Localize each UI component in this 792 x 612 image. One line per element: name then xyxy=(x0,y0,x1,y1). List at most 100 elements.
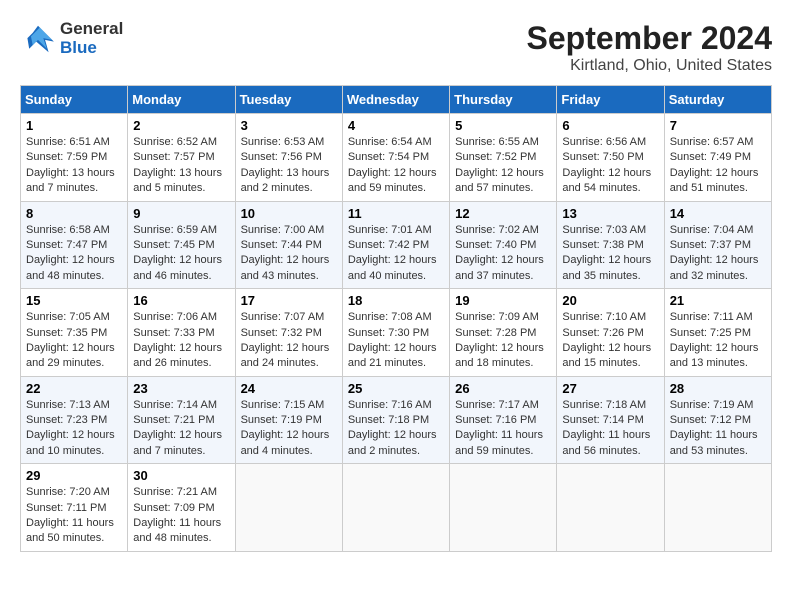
daylight-text: Daylight: 11 hours and 50 minutes. xyxy=(26,517,114,544)
day-info: Sunrise: 6:59 AMSunset: 7:45 PMDaylight:… xyxy=(133,223,229,285)
day-number: 18 xyxy=(348,293,444,308)
day-info: Sunrise: 7:15 AMSunset: 7:19 PMDaylight:… xyxy=(241,398,337,460)
sunset-text: Sunset: 7:28 PM xyxy=(455,327,536,339)
sunrise-text: Sunrise: 6:52 AM xyxy=(133,136,217,148)
daylight-text: Daylight: 12 hours and 37 minutes. xyxy=(455,254,544,281)
calendar-cell xyxy=(664,464,771,552)
calendar-cell: 19 Sunrise: 7:09 AM Sunset: 7:28 PM Dayligh… xyxy=(450,289,557,377)
sunset-text: Sunset: 7:14 PM xyxy=(562,414,643,426)
page-subtitle: Kirtland, Ohio, United States xyxy=(527,57,772,75)
daylight-text: Daylight: 12 hours and 48 minutes. xyxy=(26,254,115,281)
daylight-text: Daylight: 12 hours and 59 minutes. xyxy=(348,167,437,194)
calendar-cell: 3Sunrise: 6:53 AMSunset: 7:56 PMDaylight… xyxy=(235,114,342,202)
day-info: Sunrise: 6:52 AMSunset: 7:57 PMDaylight:… xyxy=(133,135,229,197)
daylight-text: Daylight: 11 hours and 56 minutes. xyxy=(562,429,650,456)
calendar-week-row: 8Sunrise: 6:58 AMSunset: 7:47 PMDaylight… xyxy=(21,201,772,289)
sunset-text: Sunset: 7:37 PM xyxy=(670,239,751,251)
sunrise-text: Sunrise: 7:14 AM xyxy=(133,399,217,411)
page-header: General Blue September 2024 Kirtland, Oh… xyxy=(20,20,772,75)
sunset-text: Sunset: 7:45 PM xyxy=(133,239,214,251)
sunset-text: Sunset: 7:30 PM xyxy=(348,327,429,339)
day-info: Sunrise: 7:04 AMSunset: 7:37 PMDaylight:… xyxy=(670,223,766,285)
calendar-cell xyxy=(557,464,664,552)
day-info: Sunrise: 7:20 AM Sunset: 7:11 PM Daylight:… xyxy=(26,485,122,547)
sunrise-text: Sunrise: 7:09 AM xyxy=(455,311,539,323)
sunrise-text: Sunrise: 6:54 AM xyxy=(348,136,432,148)
day-info: Sunrise: 6:58 AMSunset: 7:47 PMDaylight:… xyxy=(26,223,122,285)
sunset-text: Sunset: 7:19 PM xyxy=(241,414,322,426)
calendar-cell: 2Sunrise: 6:52 AMSunset: 7:57 PMDaylight… xyxy=(128,114,235,202)
calendar-cell: 1Sunrise: 6:51 AMSunset: 7:59 PMDaylight… xyxy=(21,114,128,202)
day-info: Sunrise: 7:21 AMSunset: 7:09 PMDaylight:… xyxy=(133,485,229,547)
day-info: Sunrise: 7:07 AM Sunset: 7:32 PM Daylight:… xyxy=(241,310,337,372)
calendar-header-friday: Friday xyxy=(557,86,664,114)
page-title: September 2024 xyxy=(527,20,772,57)
day-info: Sunrise: 6:57 AMSunset: 7:49 PMDaylight:… xyxy=(670,135,766,197)
daylight-text: Daylight: 12 hours and 24 minutes. xyxy=(241,342,330,369)
daylight-text: Daylight: 12 hours and 43 minutes. xyxy=(241,254,330,281)
logo-line1: General xyxy=(60,20,123,39)
daylight-text: Daylight: 11 hours and 53 minutes. xyxy=(670,429,758,456)
daylight-text: Daylight: 12 hours and 35 minutes. xyxy=(562,254,651,281)
sunrise-text: Sunrise: 7:01 AM xyxy=(348,224,432,236)
day-info: Sunrise: 7:02 AMSunset: 7:40 PMDaylight:… xyxy=(455,223,551,285)
sunrise-text: Sunrise: 7:07 AM xyxy=(241,311,325,323)
day-info: Sunrise: 7:05 AMSunset: 7:35 PMDaylight:… xyxy=(26,310,122,372)
day-info: Sunrise: 7:11 AMSunset: 7:25 PMDaylight:… xyxy=(670,310,766,372)
day-number: 7 xyxy=(670,118,766,133)
day-info: Sunrise: 7:00 AMSunset: 7:44 PMDaylight:… xyxy=(241,223,337,285)
sunset-text: Sunset: 7:54 PM xyxy=(348,151,429,163)
calendar-cell: 14Sunrise: 7:04 AMSunset: 7:37 PMDayligh… xyxy=(664,201,771,289)
day-info: Sunrise: 7:17 AMSunset: 7:16 PMDaylight:… xyxy=(455,398,551,460)
day-info: Sunrise: 7:08 AMSunset: 7:30 PMDaylight:… xyxy=(348,310,444,372)
sunrise-text: Sunrise: 7:02 AM xyxy=(455,224,539,236)
day-number: 20 xyxy=(562,293,658,308)
day-number: 4 xyxy=(348,118,444,133)
daylight-text: Daylight: 11 hours and 48 minutes. xyxy=(133,517,221,544)
sunset-text: Sunset: 7:32 PM xyxy=(241,327,322,339)
calendar-cell: 9Sunrise: 6:59 AMSunset: 7:45 PMDaylight… xyxy=(128,201,235,289)
calendar-cell: 22Sunrise: 7:13 AMSunset: 7:23 PMDayligh… xyxy=(21,376,128,464)
logo-bird-icon xyxy=(20,24,56,54)
sunset-text: Sunset: 7:11 PM xyxy=(26,502,107,514)
calendar-cell: 10Sunrise: 7:00 AMSunset: 7:44 PMDayligh… xyxy=(235,201,342,289)
sunset-text: Sunset: 7:21 PM xyxy=(133,414,214,426)
calendar-cell: 15 Sunrise: 7:05 AMSunset: 7:35 PMDayligh… xyxy=(21,289,128,377)
calendar-week-row: 1Sunrise: 6:51 AMSunset: 7:59 PMDaylight… xyxy=(21,114,772,202)
sunset-text: Sunset: 7:57 PM xyxy=(133,151,214,163)
sunset-text: Sunset: 7:59 PM xyxy=(26,151,107,163)
daylight-text: Daylight: 12 hours and 32 minutes. xyxy=(670,254,759,281)
sunrise-text: Sunrise: 7:06 AM xyxy=(133,311,217,323)
daylight-text: Daylight: 12 hours and 29 minutes. xyxy=(26,342,115,369)
sunrise-text: Sunrise: 6:56 AM xyxy=(562,136,646,148)
calendar-cell: 30Sunrise: 7:21 AMSunset: 7:09 PMDayligh… xyxy=(128,464,235,552)
calendar-cell: 4 Sunrise: 6:54 AM Sunset: 7:54 PM Daylight… xyxy=(342,114,449,202)
sunrise-text: Sunrise: 7:20 AM xyxy=(26,486,110,498)
calendar-cell xyxy=(342,464,449,552)
sunrise-text: Sunrise: 6:59 AM xyxy=(133,224,217,236)
sunset-text: Sunset: 7:12 PM xyxy=(670,414,751,426)
day-number: 19 xyxy=(455,293,551,308)
sunset-text: Sunset: 7:49 PM xyxy=(670,151,751,163)
sunset-text: Sunset: 7:52 PM xyxy=(455,151,536,163)
daylight-text: Daylight: 12 hours and 13 minutes. xyxy=(670,342,759,369)
calendar-cell: 13Sunrise: 7:03 AMSunset: 7:38 PMDayligh… xyxy=(557,201,664,289)
sunrise-text: Sunrise: 7:15 AM xyxy=(241,399,325,411)
daylight-text: Daylight: 12 hours and 21 minutes. xyxy=(348,342,437,369)
day-info: Sunrise: 6:56 AMSunset: 7:50 PMDaylight:… xyxy=(562,135,658,197)
calendar-cell: 25Sunrise: 7:16 AMSunset: 7:18 PMDayligh… xyxy=(342,376,449,464)
calendar-cell: 12Sunrise: 7:02 AMSunset: 7:40 PMDayligh… xyxy=(450,201,557,289)
title-block: September 2024 Kirtland, Ohio, United St… xyxy=(527,20,772,75)
calendar-cell: 18 Sunrise: 7:08 AMSunset: 7:30 PMDayligh… xyxy=(342,289,449,377)
sunrise-text: Sunrise: 6:51 AM xyxy=(26,136,110,148)
daylight-text: Daylight: 12 hours and 18 minutes. xyxy=(455,342,544,369)
daylight-text: Daylight: 12 hours and 7 minutes. xyxy=(133,429,222,456)
calendar-cell: 6Sunrise: 6:56 AMSunset: 7:50 PMDaylight… xyxy=(557,114,664,202)
day-number: 15 xyxy=(26,293,122,308)
calendar-cell: 21 Sunrise: 7:11 AMSunset: 7:25 PMDayligh… xyxy=(664,289,771,377)
day-number: 21 xyxy=(670,293,766,308)
calendar-cell: 20Sunrise: 7:10 AMSunset: 7:26 PMDayligh… xyxy=(557,289,664,377)
day-number: 9 xyxy=(133,206,229,221)
calendar-cell: 17Sunrise: 7:07 AMSunset: 7:32 PMDayligh… xyxy=(235,289,342,377)
logo-line2: Blue xyxy=(60,39,123,58)
